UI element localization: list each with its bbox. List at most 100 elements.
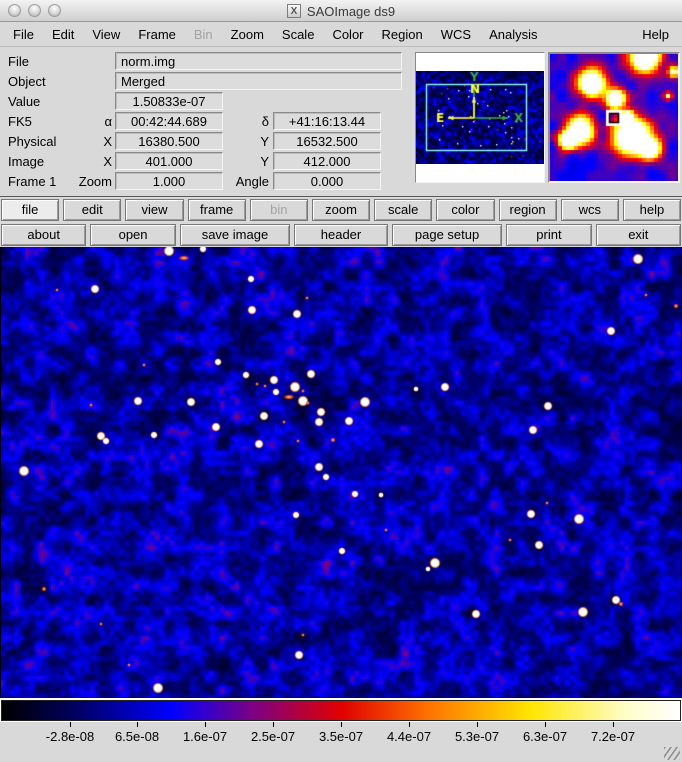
button-about[interactable]: about [1, 224, 86, 246]
file-row: File norm.img [0, 51, 412, 71]
button-header[interactable]: header [294, 224, 388, 246]
pixel-value-field[interactable]: 1.50833e-07 [115, 92, 223, 110]
angle-field[interactable]: 0.000 [273, 172, 381, 190]
button-frame[interactable]: frame [188, 199, 246, 221]
file-label: File [0, 54, 62, 69]
info-panel: File norm.img Object Merged Value 1.5083… [0, 47, 682, 196]
menu-file[interactable]: File [4, 27, 43, 42]
frame-label: Frame 1 [0, 174, 62, 189]
physical-x-label: X [62, 134, 112, 149]
file-value-field[interactable]: norm.img [115, 52, 402, 70]
button-panel: file edit view frame bin zoom scale colo… [0, 196, 682, 247]
fk5-row: FK5 α 00:42:44.689 δ +41:16:13.44 [0, 111, 412, 131]
physical-row: Physical X 16380.500 Y 16532.500 [0, 131, 412, 151]
menu-frame[interactable]: Frame [129, 27, 185, 42]
button-bin: bin [250, 199, 308, 221]
ds9-window: X SAOImage ds9 File Edit View Frame Bin … [0, 0, 682, 762]
colorbar-tick [477, 722, 478, 727]
image-y-field[interactable]: 412.000 [273, 152, 381, 170]
zoom-field[interactable]: 1.000 [115, 172, 223, 190]
button-print[interactable]: print [506, 224, 591, 246]
title-bar: X SAOImage ds9 [0, 0, 682, 22]
zoom-label: Zoom [62, 174, 112, 189]
object-row: Object Merged [0, 71, 412, 91]
delta-label: δ [223, 114, 269, 129]
button-color[interactable]: color [436, 199, 494, 221]
alpha-label: α [62, 114, 112, 129]
colorbar-tick [273, 722, 274, 727]
angle-label: Angle [223, 174, 269, 189]
colorbar-tick-label: 3.5e-07 [304, 729, 378, 744]
button-file[interactable]: file [1, 199, 59, 221]
object-value-field[interactable]: Merged [115, 72, 402, 90]
colorbar-tick-label: 6.3e-07 [508, 729, 582, 744]
coordinate-readout: File norm.img Object Merged Value 1.5083… [0, 51, 412, 191]
colorbar-tick-label: -2.8e-08 [33, 729, 107, 744]
menu-bar: File Edit View Frame Bin Zoom Scale Colo… [0, 22, 682, 47]
value-label: Value [0, 94, 62, 109]
menu-view[interactable]: View [83, 27, 129, 42]
physical-label: Physical [0, 134, 62, 149]
menu-scale[interactable]: Scale [273, 27, 324, 42]
window-title: SAOImage ds9 [307, 4, 395, 19]
resize-grip[interactable] [664, 747, 680, 760]
panner[interactable] [415, 52, 545, 183]
image-label: Image [0, 154, 62, 169]
physical-x-field[interactable]: 16380.500 [115, 132, 223, 150]
image-x-field[interactable]: 401.000 [115, 152, 223, 170]
x11-app-icon: X [287, 4, 301, 18]
colorbar-tick-label: 7.2e-07 [576, 729, 650, 744]
object-label: Object [0, 74, 62, 89]
image-row: Image X 401.000 Y 412.000 [0, 151, 412, 171]
colorbar-tick [545, 722, 546, 727]
image-x-label: X [62, 154, 112, 169]
colorbar-tick [613, 722, 614, 727]
sky-image-canvas[interactable] [1, 247, 681, 698]
panner-canvas[interactable] [416, 71, 544, 164]
colorbar-tick-label: 5.3e-07 [440, 729, 514, 744]
button-zoom[interactable]: zoom [312, 199, 370, 221]
menu-analysis[interactable]: Analysis [480, 27, 546, 42]
menu-button-row: file edit view frame bin zoom scale colo… [1, 199, 681, 221]
menu-bin: Bin [185, 27, 222, 42]
colorbar-gradient[interactable] [1, 700, 681, 721]
button-edit[interactable]: edit [63, 199, 121, 221]
dec-field[interactable]: +41:16:13.44 [273, 112, 381, 130]
magnifier[interactable] [548, 52, 680, 183]
menu-region[interactable]: Region [373, 27, 432, 42]
button-save-image[interactable]: save image [180, 224, 290, 246]
image-y-label: Y [223, 154, 269, 169]
colorbar-tick [205, 722, 206, 727]
colorbar-tick-label: 6.5e-08 [100, 729, 174, 744]
button-open[interactable]: open [90, 224, 175, 246]
button-scale[interactable]: scale [374, 199, 432, 221]
button-help[interactable]: help [623, 199, 681, 221]
colorbar-scale: -2.8e-086.5e-081.6e-072.5e-073.5e-074.4e… [0, 722, 682, 762]
fk5-label: FK5 [0, 114, 62, 129]
colorbar-tick [137, 722, 138, 727]
colorbar-tick-label: 1.6e-07 [168, 729, 242, 744]
magnifier-canvas [550, 54, 678, 181]
button-region[interactable]: region [499, 199, 557, 221]
colorbar[interactable] [0, 700, 682, 722]
menu-help[interactable]: Help [633, 27, 678, 42]
menu-zoom[interactable]: Zoom [222, 27, 273, 42]
window-title-area: X SAOImage ds9 [0, 0, 682, 22]
frame-row: Frame 1 Zoom 1.000 Angle 0.000 [0, 171, 412, 191]
colorbar-tick-label: 4.4e-07 [372, 729, 446, 744]
button-view[interactable]: view [125, 199, 183, 221]
physical-y-field[interactable]: 16532.500 [273, 132, 381, 150]
button-page-setup[interactable]: page setup [392, 224, 502, 246]
value-row: Value 1.50833e-07 [0, 91, 412, 111]
colorbar-tick [341, 722, 342, 727]
colorbar-tick [409, 722, 410, 727]
colorbar-tick [70, 722, 71, 727]
button-wcs[interactable]: wcs [561, 199, 619, 221]
menu-wcs[interactable]: WCS [432, 27, 480, 42]
ra-field[interactable]: 00:42:44.689 [115, 112, 223, 130]
menu-edit[interactable]: Edit [43, 27, 83, 42]
main-image-display[interactable] [0, 247, 682, 698]
menu-color[interactable]: Color [323, 27, 372, 42]
button-exit[interactable]: exit [596, 224, 681, 246]
colorbar-tick-label: 2.5e-07 [236, 729, 310, 744]
